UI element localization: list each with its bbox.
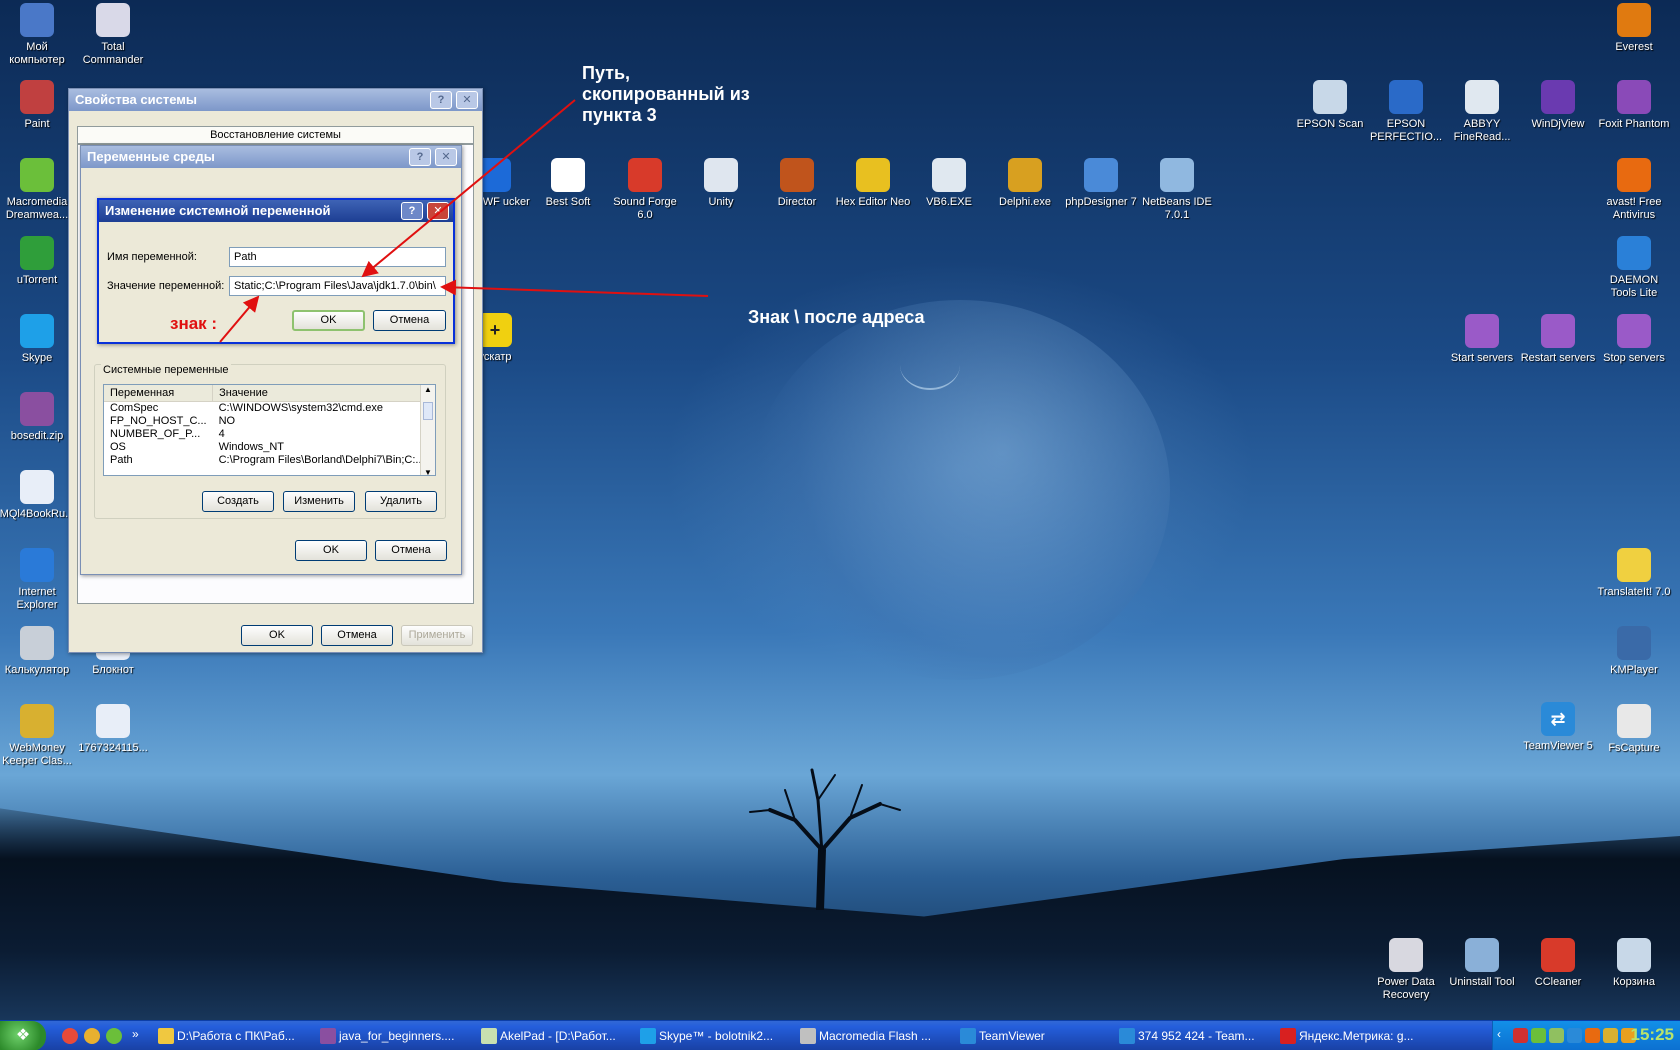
taskbar-button[interactable]: java_for_beginners.... xyxy=(317,1024,472,1048)
tray-icon[interactable] xyxy=(1603,1028,1618,1043)
start-button[interactable]: ❖ xyxy=(0,1021,46,1050)
quicklaunch-app-icon[interactable] xyxy=(84,1028,100,1044)
tray-icon[interactable] xyxy=(1531,1028,1546,1043)
tray-icon[interactable] xyxy=(1513,1028,1528,1043)
taskbar-button-label: Яндекс.Метрика: g... xyxy=(1299,1029,1414,1043)
taskbar-button[interactable]: 374 952 424 - Team... xyxy=(1116,1024,1271,1048)
tray-icon[interactable] xyxy=(1585,1028,1600,1043)
folder-icon xyxy=(158,1028,174,1044)
desktop: Мой компьютер Total Commander Paint Macrome… xyxy=(0,0,1680,1020)
tray-icon[interactable] xyxy=(1567,1028,1582,1043)
system-tray: ‹ 15:25 xyxy=(1492,1021,1680,1050)
taskbar-button-label: TeamViewer xyxy=(979,1029,1045,1043)
teamviewer-icon xyxy=(960,1028,976,1044)
annotation-arrows xyxy=(219,99,709,343)
winrar-icon xyxy=(320,1028,336,1044)
clock[interactable]: 15:25 xyxy=(1631,1025,1674,1045)
flash-icon xyxy=(800,1028,816,1044)
arrow-to-backslash xyxy=(440,279,709,297)
taskbar-button-label: 374 952 424 - Team... xyxy=(1138,1029,1255,1043)
dreamweaver-icon[interactable] xyxy=(106,1028,122,1044)
windows-logo-icon: ❖ xyxy=(15,1027,31,1044)
taskbar-button-label: java_for_beginners.... xyxy=(339,1029,455,1043)
taskbar-button-label: D:\Работа с ПК\Раб... xyxy=(177,1029,295,1043)
taskbar: ❖ » D:\Работа с ПК\Раб... java_for_beginn… xyxy=(0,1020,1680,1050)
skype-icon xyxy=(640,1028,656,1044)
taskbar-button-label: Macromedia Flash ... xyxy=(819,1029,932,1043)
taskbar-button[interactable]: TeamViewer xyxy=(957,1024,1112,1048)
taskbar-button-label: Skype™ - bolotnik2... xyxy=(659,1029,774,1043)
taskbar-button[interactable]: AkelPad - [D:\Работ... xyxy=(478,1024,633,1048)
tray-icon[interactable] xyxy=(1549,1028,1564,1043)
taskbar-button[interactable]: D:\Работа с ПК\Раб... xyxy=(155,1024,310,1048)
opera-icon xyxy=(1280,1028,1296,1044)
taskbar-button[interactable]: Skype™ - bolotnik2... xyxy=(637,1024,792,1048)
arrow-to-path xyxy=(361,99,576,278)
teamviewer-icon xyxy=(1119,1028,1135,1044)
taskbar-button-label: AkelPad - [D:\Работ... xyxy=(500,1029,616,1043)
akelpad-icon xyxy=(481,1028,497,1044)
arrow-to-semicolon xyxy=(219,295,260,343)
tray-expand-icon[interactable]: ‹ xyxy=(1497,1027,1501,1041)
taskbar-button[interactable]: Macromedia Flash ... xyxy=(797,1024,952,1048)
chrome-icon[interactable] xyxy=(62,1028,78,1044)
quicklaunch-expand-icon[interactable]: » xyxy=(132,1027,139,1041)
taskbar-button[interactable]: Яндекс.Метрика: g... xyxy=(1277,1024,1432,1048)
